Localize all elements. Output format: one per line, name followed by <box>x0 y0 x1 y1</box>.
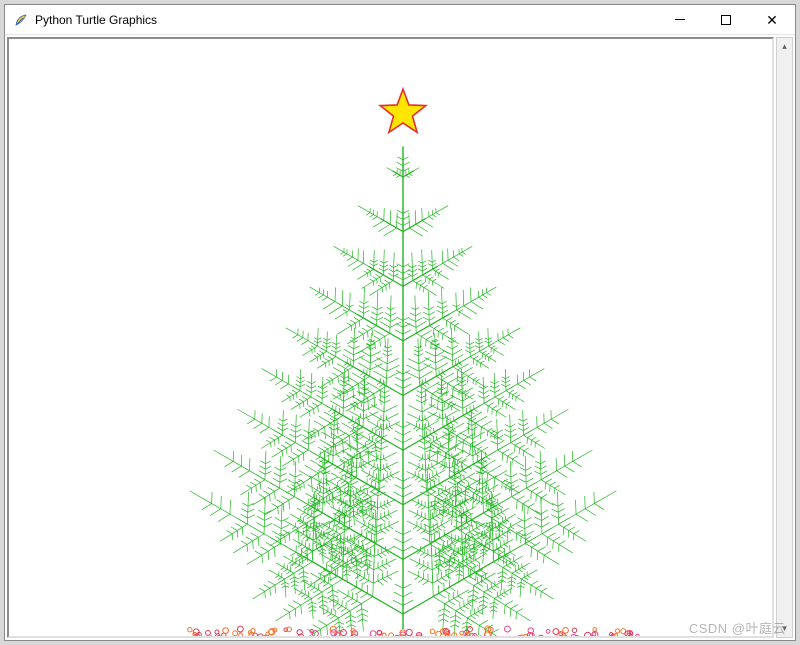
vertical-scrollbar[interactable]: ▴ ▾ <box>776 37 793 638</box>
chevron-up-icon: ▴ <box>782 41 787 52</box>
scroll-up-button[interactable]: ▴ <box>777 38 792 55</box>
app-window: Python Turtle Graphics ✕ ▴ ▾ <box>4 4 796 641</box>
scroll-down-button[interactable]: ▾ <box>777 620 792 637</box>
client-area: ▴ ▾ <box>5 35 795 640</box>
window-controls: ✕ <box>657 5 795 34</box>
turtle-canvas[interactable] <box>7 37 774 638</box>
feather-icon <box>13 12 29 28</box>
close-button[interactable]: ✕ <box>749 5 795 34</box>
window-title: Python Turtle Graphics <box>35 13 157 27</box>
maximize-button[interactable] <box>703 5 749 34</box>
drawing-svg <box>9 39 774 638</box>
chevron-down-icon: ▾ <box>782 623 787 634</box>
titlebar[interactable]: Python Turtle Graphics ✕ <box>5 5 795 35</box>
minimize-button[interactable] <box>657 5 703 34</box>
